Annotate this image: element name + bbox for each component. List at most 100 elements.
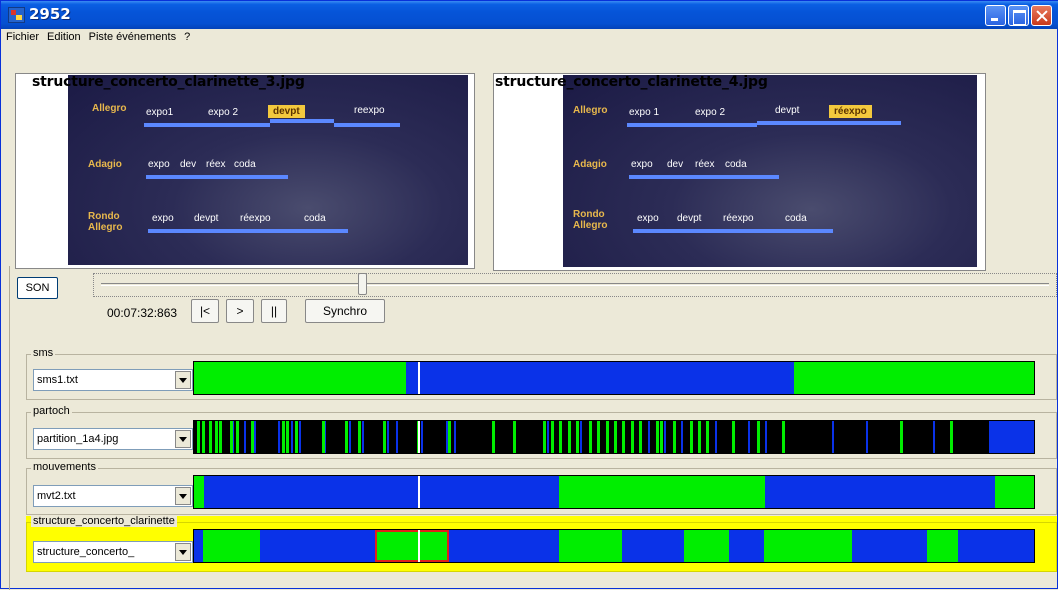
score-marker-blue xyxy=(714,421,717,453)
timeline-segment[interactable] xyxy=(194,362,406,394)
section-label: expo xyxy=(631,159,653,170)
movement-label: Adagio xyxy=(88,159,122,170)
timeline-segment[interactable] xyxy=(765,476,995,508)
application-window: 2952 Fichier Edition Piste événements ? … xyxy=(0,0,1058,590)
score-marker-green xyxy=(899,421,903,453)
section-bar xyxy=(627,123,757,127)
section-label: réexpo xyxy=(723,213,754,224)
time-display: 00:07:32:863 xyxy=(107,306,178,320)
score-marker-green xyxy=(321,421,325,453)
image-panel-left: Allegro expo1 expo 2 devpt reexpo Adagio… xyxy=(15,73,475,269)
menu-help[interactable]: ? xyxy=(180,29,194,47)
section-label: devpt xyxy=(677,213,702,224)
menu-edition[interactable]: Edition xyxy=(43,29,85,47)
chevron-down-icon[interactable] xyxy=(175,543,191,561)
timeline-segment[interactable] xyxy=(194,530,204,562)
timeline-segment[interactable] xyxy=(203,530,260,562)
timeline-segment[interactable] xyxy=(405,362,794,394)
score-marker-green xyxy=(698,421,701,453)
section-label: réexpo xyxy=(240,213,271,224)
image-panel-right: Allegro expo 1 expo 2 devpt réexpo Adagi… xyxy=(493,73,986,271)
track-file-select[interactable]: sms1.txt xyxy=(33,369,193,391)
rewind-button[interactable]: |< xyxy=(191,299,219,323)
timeline-segment[interactable] xyxy=(729,530,764,562)
track-file-select[interactable]: mvt2.txt xyxy=(33,485,193,507)
score-marker-green xyxy=(197,421,201,453)
slider-groove xyxy=(101,283,1049,286)
track-label: partoch xyxy=(31,405,72,417)
window-title: 2952 xyxy=(29,5,71,23)
maximize-button[interactable] xyxy=(1008,5,1029,26)
score-marker-green xyxy=(282,421,286,453)
close-button[interactable] xyxy=(1031,5,1052,26)
synchro-button[interactable]: Synchro xyxy=(305,299,385,323)
track-file-value: sms1.txt xyxy=(37,374,78,386)
timeline-segment[interactable] xyxy=(683,530,730,562)
timeline-segment[interactable] xyxy=(449,530,560,562)
menu-fichier[interactable]: Fichier xyxy=(1,29,43,47)
timeline-segment[interactable] xyxy=(559,476,766,508)
score-marker-green xyxy=(559,421,563,453)
timeline-segment[interactable] xyxy=(958,530,1034,562)
section-label: expo xyxy=(152,213,174,224)
score-marker-blue xyxy=(420,421,423,453)
score-marker-green xyxy=(689,421,693,453)
track-file-value: partition_1a4.jpg xyxy=(37,433,119,445)
timeline-segment[interactable] xyxy=(259,530,376,562)
score-marker-green xyxy=(492,421,496,453)
slider-thumb[interactable] xyxy=(357,273,367,295)
score-marker-green xyxy=(230,421,234,453)
score-marker-green xyxy=(215,421,218,453)
title-bar[interactable]: 2952 xyxy=(1,1,1058,29)
score-marker-green xyxy=(357,421,361,453)
track-timeline[interactable] xyxy=(193,361,1035,395)
score-marker-green xyxy=(639,421,643,453)
track-timeline[interactable] xyxy=(193,420,1035,454)
score-marker-green xyxy=(672,421,676,453)
section-label: expo xyxy=(148,159,170,170)
timeline-segment[interactable] xyxy=(194,476,205,508)
track-timeline[interactable] xyxy=(193,475,1035,509)
timeline-segment[interactable] xyxy=(622,530,684,562)
section-bar xyxy=(334,123,400,127)
section-bar xyxy=(148,229,348,233)
section-bar xyxy=(144,123,270,127)
track-mouvements: mouvements mvt2.txt xyxy=(26,461,1057,515)
timeline-segment[interactable] xyxy=(204,476,560,508)
track-file-select[interactable]: partition_1a4.jpg xyxy=(33,428,193,450)
timeline-segment[interactable] xyxy=(793,362,1034,394)
pause-button[interactable]: || xyxy=(261,299,287,323)
section-bar xyxy=(629,175,779,179)
score-marker-blue xyxy=(454,421,457,453)
score-marker-green xyxy=(447,421,451,453)
chevron-down-icon[interactable] xyxy=(175,487,191,505)
chevron-down-icon[interactable] xyxy=(175,371,191,389)
score-marker-blue xyxy=(244,421,247,453)
timeline-segment[interactable] xyxy=(927,530,959,562)
play-button[interactable]: > xyxy=(226,299,254,323)
playhead-cursor xyxy=(418,421,421,453)
chevron-down-icon[interactable] xyxy=(175,430,191,448)
section-bar xyxy=(633,229,833,233)
section-label: expo1 xyxy=(146,107,174,118)
son-button[interactable]: SON xyxy=(17,277,58,299)
section-label-active: devpt xyxy=(268,105,305,118)
section-label: expo xyxy=(637,213,659,224)
timeline-segment[interactable] xyxy=(988,421,1034,453)
score-marker-green xyxy=(219,421,223,453)
timeline-segment[interactable] xyxy=(851,530,928,562)
score-marker-green xyxy=(660,421,664,453)
score-marker-green xyxy=(209,421,213,453)
track-file-select[interactable]: structure_concerto_ xyxy=(33,541,193,563)
playhead-cursor xyxy=(418,362,421,394)
timeline-segment[interactable] xyxy=(559,530,623,562)
track-timeline[interactable] xyxy=(193,529,1035,563)
timeline-segment[interactable] xyxy=(994,476,1034,508)
app-icon[interactable] xyxy=(8,7,25,23)
score-marker-blue xyxy=(299,421,301,453)
score-marker-green xyxy=(513,421,517,453)
menu-piste-evenements[interactable]: Piste événements xyxy=(85,29,180,47)
selected-segment[interactable] xyxy=(375,530,450,562)
timeline-segment[interactable] xyxy=(763,530,852,562)
minimize-button[interactable] xyxy=(985,5,1006,26)
